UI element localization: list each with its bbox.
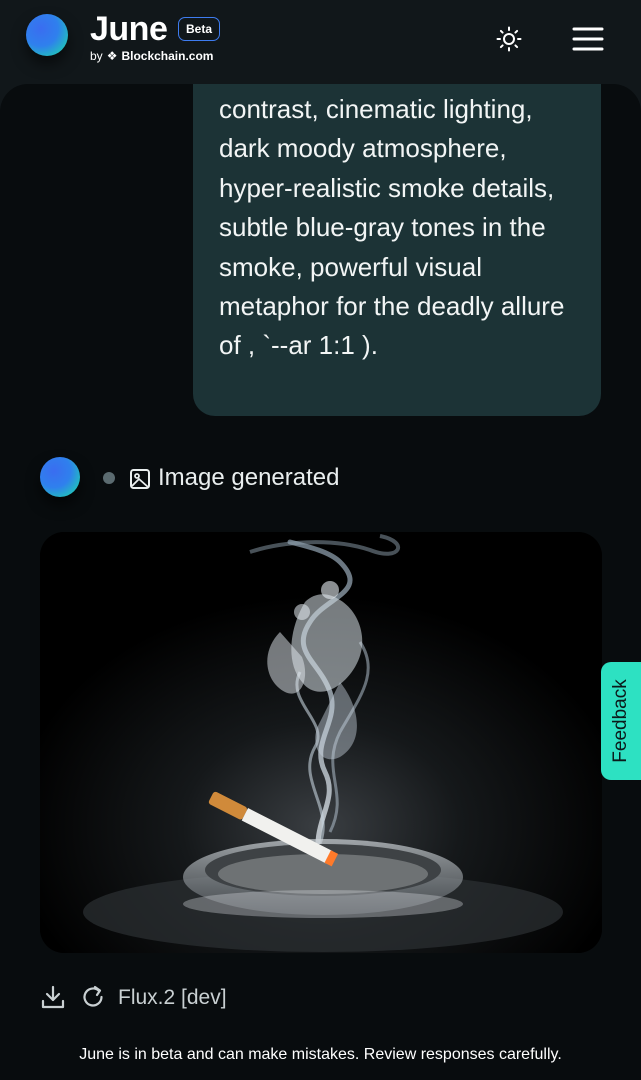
by-label: by	[90, 49, 103, 63]
blockchain-logo-icon: ❖	[106, 49, 118, 63]
feedback-label: Feedback	[610, 679, 631, 763]
disclaimer-text: June is in beta and can make mistakes. R…	[79, 1046, 562, 1063]
model-name: Flux.2 [dev]	[118, 986, 227, 1009]
app-window: June Beta by ❖ Blockchain.com contrast, …	[0, 0, 641, 1080]
sun-icon	[496, 26, 522, 52]
download-icon[interactable]	[40, 984, 66, 1010]
image-icon	[130, 469, 150, 489]
user-message-text: contrast, cinematic lighting, dark moody…	[219, 94, 565, 361]
status-dot	[103, 472, 115, 484]
image-generated-label: Image generated	[158, 464, 340, 491]
refresh-icon[interactable]	[80, 984, 106, 1010]
theme-toggle-button[interactable]	[492, 22, 526, 56]
chat-area[interactable]: contrast, cinematic lighting, dark moody…	[0, 84, 641, 1080]
company-name: Blockchain.com	[121, 49, 214, 63]
june-logo-icon[interactable]	[26, 14, 68, 56]
app-name: June	[90, 10, 168, 48]
assistant-avatar	[40, 457, 80, 497]
user-message-bubble: contrast, cinematic lighting, dark moody…	[193, 84, 601, 416]
byline: by ❖ Blockchain.com	[90, 49, 213, 63]
hamburger-menu-icon	[572, 27, 604, 51]
beta-badge: Beta	[178, 17, 221, 41]
generated-image[interactable]	[40, 532, 602, 953]
header: June Beta by ❖ Blockchain.com	[0, 0, 641, 84]
feedback-button[interactable]: Feedback	[601, 662, 641, 780]
menu-button[interactable]	[568, 22, 608, 56]
